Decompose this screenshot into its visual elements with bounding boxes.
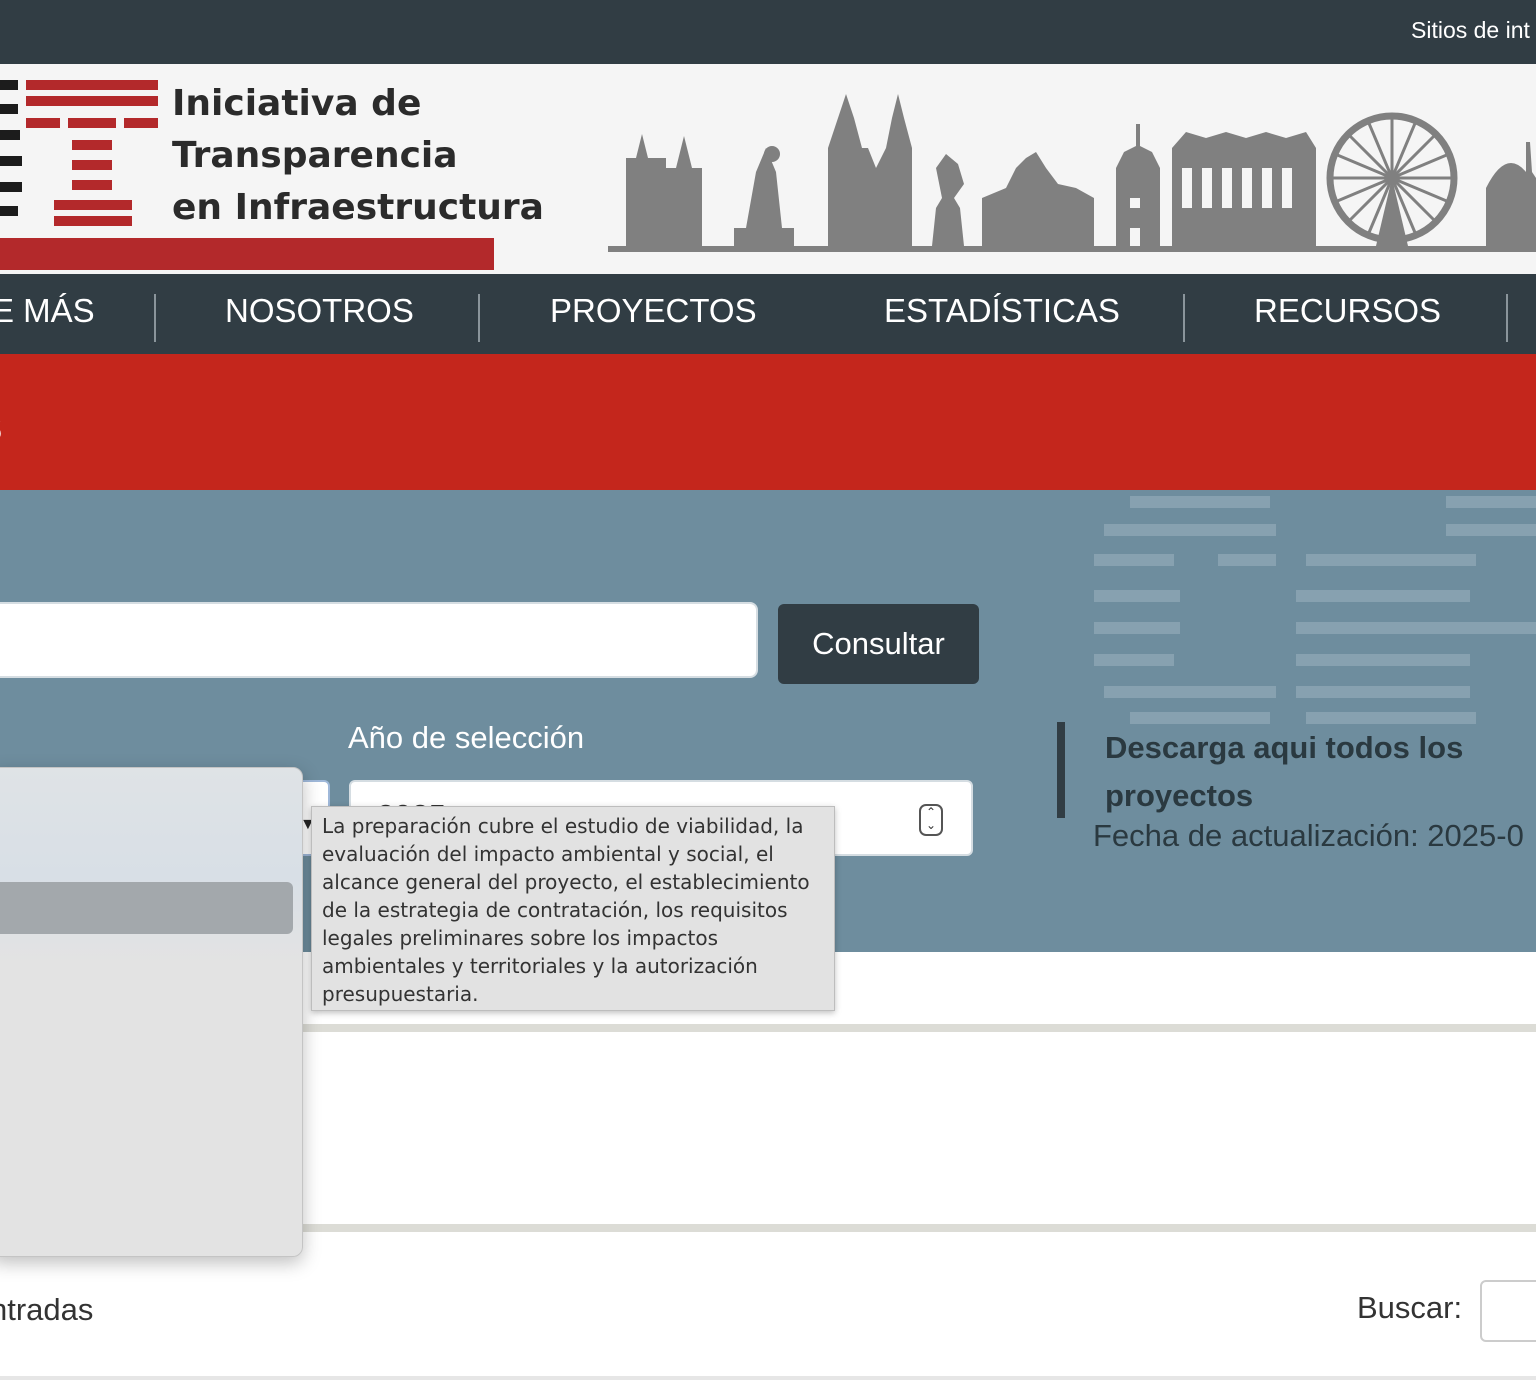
table-search-label: Buscar: [1357,1290,1463,1325]
option-tooltip: La preparación cubre el estudio de viabi… [311,806,835,1011]
logo-line-3: en Infraestructura [172,187,544,228]
table-search-input[interactable] [1480,1280,1536,1342]
logo-line-1: Iniciativa de [172,83,422,124]
entries-label: ntradas [0,1292,94,1327]
nav-item-recursos[interactable]: RECURSOS [1254,292,1441,330]
nav-item-estadisticas[interactable]: ESTADÍSTICAS [884,292,1120,330]
select-chevrons-icon: ⌃ ⌄ [919,804,943,836]
logo-icon[interactable] [0,74,170,234]
main-nav: E MÁS NOSOTROS PROYECTOS ESTADÍSTICAS RE… [0,274,1536,354]
logo-wordmark[interactable]: Iniciativa de Transparencia en Infraestr… [172,78,544,234]
sites-of-interest-link[interactable]: Sitios de int [1411,17,1530,44]
consultar-button[interactable]: Consultar [778,604,979,684]
nav-item-conoce-mas[interactable]: E MÁS [0,292,95,330]
logo-watermark-icon [1094,496,1536,724]
top-bar: Sitios de int [0,0,1536,64]
site-header: Iniciativa de Transparencia en Infraestr… [0,64,1536,274]
update-date-text: Fecha de actualización: 2025-0 [1093,818,1524,853]
nav-item-nosotros[interactable]: NOSOTROS [225,292,414,330]
nav-item-proyectos[interactable]: PROYECTOS [550,292,757,330]
logo-line-2: Transparencia [172,135,458,176]
page-title: s [0,398,3,453]
download-all-projects-link[interactable]: Descarga aqui todos los proyectos [1105,724,1535,820]
nav-separator [478,294,480,342]
logo-red-bar [0,238,494,270]
nav-separator [1506,294,1508,342]
download-block: Descarga aqui todos los proyectos [1057,722,1463,818]
page-banner: s [0,354,1536,490]
search-input[interactable] [0,602,758,678]
nav-separator [154,294,156,342]
divider [0,1376,1536,1380]
stage-dropdown-menu[interactable] [0,767,303,1257]
nav-separator [1183,294,1185,342]
year-label: Año de selección [348,720,585,755]
city-skyline-icon [608,94,1536,252]
dropdown-highlighted-option[interactable] [0,882,293,934]
